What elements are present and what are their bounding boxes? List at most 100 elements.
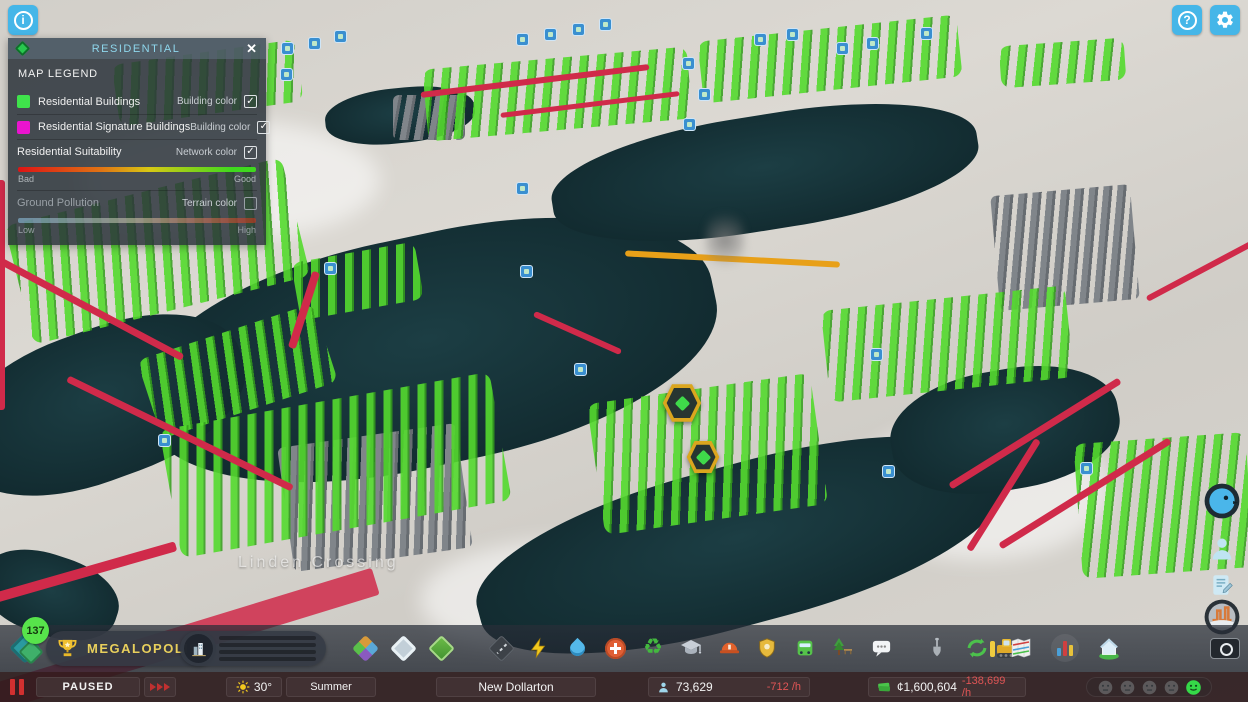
checkbox[interactable]: ✓	[244, 95, 257, 108]
district-label: Linden Crossing	[238, 554, 399, 571]
sim-speed-button[interactable]	[144, 677, 176, 697]
map-marker[interactable]	[698, 88, 711, 101]
map-marker[interactable]	[866, 37, 879, 50]
money-rate: -138,699 /h	[961, 675, 1006, 699]
electricity-button[interactable]	[524, 633, 554, 663]
roads-icon	[487, 634, 515, 662]
map-marker[interactable]	[308, 37, 321, 50]
close-icon[interactable]: ✕	[244, 41, 259, 57]
map-marker[interactable]	[682, 57, 695, 70]
shovel-icon	[933, 637, 941, 657]
map-marker[interactable]	[280, 68, 293, 81]
map-marker[interactable]	[520, 265, 533, 278]
population-display[interactable]: 73,629 -712 /h	[648, 677, 810, 697]
happiness-face-icon	[1142, 680, 1156, 694]
checkbox[interactable]: ✓	[257, 120, 271, 134]
economy-button[interactable]	[962, 633, 992, 663]
map-marker[interactable]	[882, 465, 895, 478]
camera-icon	[1210, 637, 1240, 659]
settings-button[interactable]	[1210, 5, 1240, 35]
map-marker[interactable]	[281, 42, 294, 55]
scale-min-label: Low	[18, 225, 35, 235]
map-marker[interactable]	[516, 182, 529, 195]
map-marker[interactable]	[158, 434, 171, 447]
map-marker[interactable]	[574, 363, 587, 376]
landscaping-button[interactable]	[426, 633, 456, 663]
xp-milestone-widget[interactable]: 137	[8, 615, 60, 669]
photo-mode-button[interactable]	[1210, 633, 1240, 663]
happiness-face-icon	[1164, 680, 1178, 694]
roads-button[interactable]	[486, 633, 516, 663]
transportation-button[interactable]	[790, 633, 820, 663]
legend-row-label: Residential Signature Buildings	[38, 121, 191, 133]
economy-arrows-icon	[967, 638, 987, 658]
money-display[interactable]: ¢1,600,604 -138,699 /h	[868, 675, 1026, 699]
checkbox[interactable]	[244, 196, 257, 210]
pause-icon	[19, 679, 24, 695]
terraforming-button[interactable]	[922, 633, 952, 663]
map-marker[interactable]	[754, 33, 767, 46]
chirper-button[interactable]	[1203, 482, 1241, 520]
checkbox[interactable]: ✓	[244, 145, 257, 159]
happiness-face-active-icon	[1185, 679, 1201, 695]
map-marker[interactable]	[836, 42, 849, 55]
police-shield-icon	[759, 638, 775, 658]
citizens-button[interactable]	[1203, 530, 1241, 568]
zones-button[interactable]	[350, 633, 380, 663]
water-sewage-button[interactable]	[562, 633, 592, 663]
happiness-display[interactable]	[1086, 677, 1212, 697]
education-button[interactable]	[676, 633, 706, 663]
pause-button[interactable]	[10, 679, 28, 695]
map-marker[interactable]	[334, 30, 347, 43]
sun-icon	[236, 680, 250, 694]
zone-upgrade-badge[interactable]	[686, 440, 720, 474]
color-swatch	[17, 120, 30, 134]
communications-button[interactable]	[866, 633, 896, 663]
statistics-button[interactable]	[1050, 633, 1080, 663]
police-button[interactable]	[752, 633, 782, 663]
map-marker[interactable]	[920, 27, 933, 40]
scale-max-label: Good	[233, 174, 256, 184]
map-marker[interactable]	[572, 23, 585, 36]
progression-button[interactable]	[1094, 633, 1124, 663]
buildings-icon	[184, 634, 213, 663]
fire-rescue-button[interactable]	[714, 633, 744, 663]
garbage-button[interactable]: ♻	[638, 633, 668, 663]
bus-icon	[797, 640, 813, 656]
map-marker[interactable]	[544, 28, 557, 41]
legend-row-residential-buildings: Residential Buildings Building color ✓	[17, 89, 257, 114]
parks-recreation-button[interactable]	[828, 633, 858, 663]
legend-row-label: Residential Buildings	[38, 95, 141, 108]
help-button[interactable]: ?	[1172, 5, 1202, 35]
map-marker[interactable]	[870, 348, 883, 361]
info-button[interactable]: i	[8, 5, 38, 35]
legend-header[interactable]: RESIDENTIAL ✕	[8, 38, 266, 59]
map-legend-panel: RESIDENTIAL ✕ MAP LEGEND Residential Bui…	[8, 38, 271, 245]
legend-row-kind: Building color	[190, 121, 251, 133]
season-display[interactable]: Summer	[286, 677, 376, 697]
map-marker[interactable]	[1080, 462, 1093, 475]
scale-min-label: Bad	[18, 174, 35, 184]
map-marker[interactable]	[516, 33, 529, 46]
temperature-display[interactable]: 30°	[226, 677, 282, 697]
sim-state-display[interactable]: PAUSED	[36, 677, 140, 697]
map-marker[interactable]	[599, 18, 612, 31]
healthcare-button[interactable]	[600, 633, 630, 663]
areas-button[interactable]	[388, 633, 418, 663]
city-name-display[interactable]: New Dollarton	[436, 677, 596, 697]
demand-pill[interactable]	[180, 631, 326, 666]
legend-row-label: Residential Suitability	[17, 146, 122, 158]
map-marker[interactable]	[324, 262, 337, 275]
map-marker[interactable]	[786, 28, 799, 41]
water-drop-icon	[566, 637, 588, 659]
fire-helmet-icon	[719, 642, 739, 653]
happiness-face-icon	[1120, 680, 1134, 694]
zone-upgrade-badge[interactable]	[662, 383, 702, 423]
zone-cluster	[998, 37, 1127, 89]
info-views-button[interactable]	[1006, 633, 1036, 663]
map-icon	[1011, 638, 1031, 658]
map-marker[interactable]	[683, 118, 696, 131]
health-cross-icon	[604, 637, 626, 659]
lightning-icon	[530, 637, 546, 659]
pollution-scale: Low High	[18, 225, 256, 235]
